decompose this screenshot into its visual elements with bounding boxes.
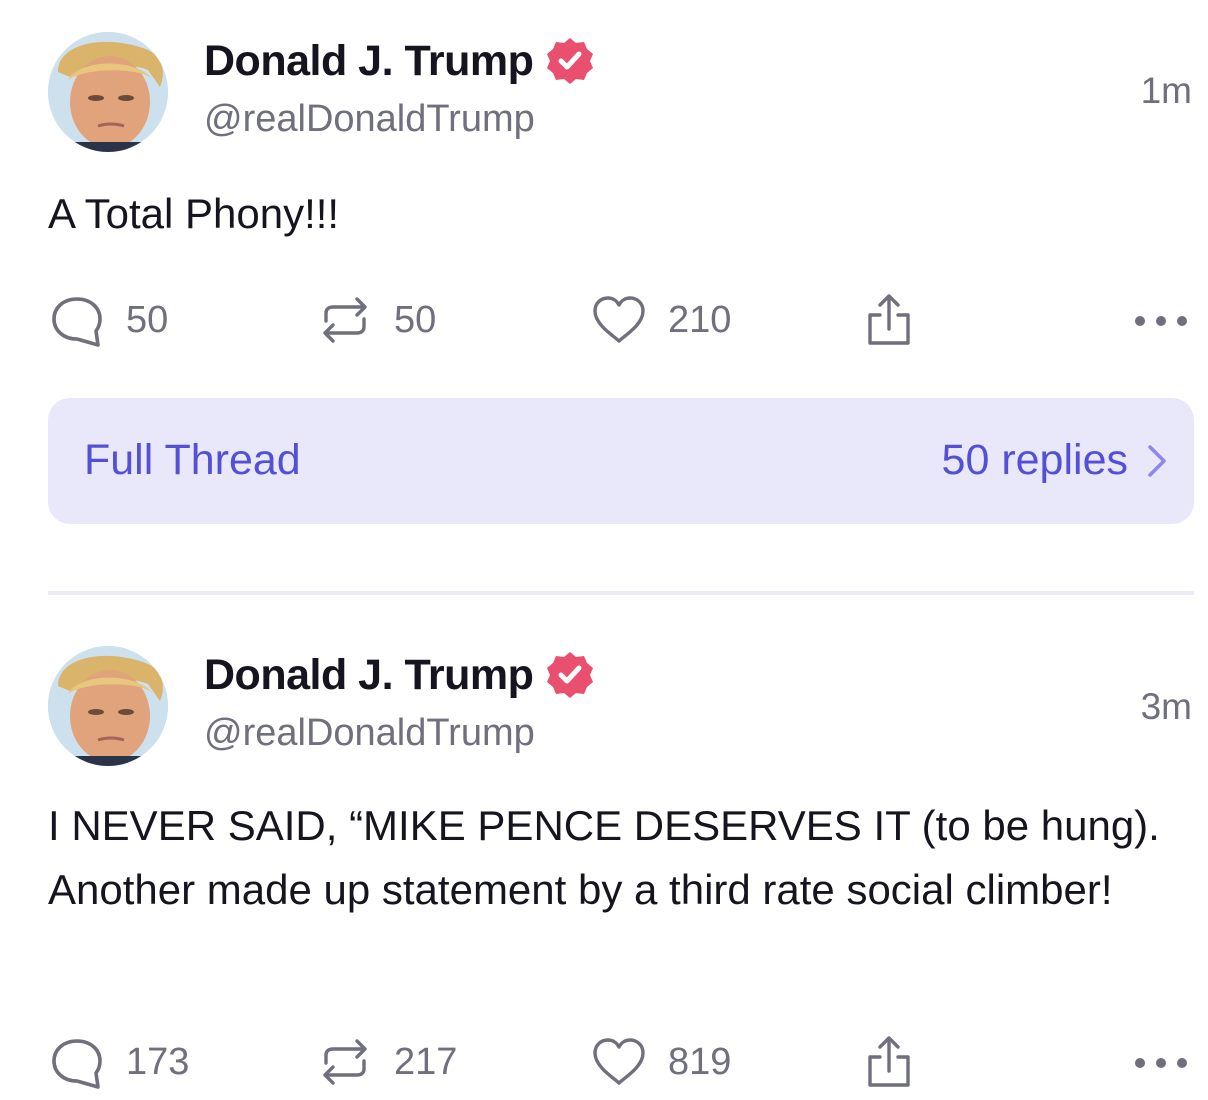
heart-icon [590, 291, 648, 349]
more-options-button[interactable] [1132, 290, 1190, 350]
post-divider [48, 591, 1194, 595]
avatar[interactable] [48, 32, 168, 152]
action-bar: 50 50 210 [48, 290, 1198, 350]
action-bar: 173 217 819 [48, 1032, 1198, 1092]
repost-count: 50 [394, 298, 437, 341]
like-count: 210 [668, 298, 732, 341]
reply-count: 173 [126, 1040, 190, 1083]
share-button[interactable] [860, 1032, 918, 1092]
ellipsis-icon [1132, 291, 1190, 349]
like-count: 819 [668, 1040, 732, 1083]
heart-icon [590, 1033, 648, 1091]
full-thread-label: Full Thread [84, 436, 301, 484]
repost-arrows-icon [316, 1033, 374, 1091]
repost-arrows-icon [316, 291, 374, 349]
author-name-row[interactable]: Donald J. Trump [204, 650, 595, 700]
reply-count: 50 [126, 298, 169, 341]
repost-count: 217 [394, 1040, 458, 1083]
share-upload-icon [860, 1033, 918, 1091]
share-upload-icon [860, 291, 918, 349]
like-button[interactable]: 819 [590, 1032, 731, 1092]
avatar[interactable] [48, 646, 168, 766]
thread-replies-count: 50 replies [941, 436, 1128, 484]
full-thread-button[interactable]: Full Thread 50 replies [48, 398, 1194, 524]
verified-badge-icon [545, 650, 595, 700]
post-text: A Total Phony!!! [48, 190, 340, 237]
repost-button[interactable]: 50 [316, 290, 436, 350]
post-text: I NEVER SAID, “MIKE PENCE DESERVES IT (t… [48, 802, 1160, 913]
post-time: 3m [1140, 686, 1192, 727]
reply-button[interactable]: 50 [48, 290, 168, 350]
verified-badge-icon [545, 36, 595, 86]
thread-replies: 50 replies [942, 436, 1168, 485]
repost-button[interactable]: 217 [316, 1032, 457, 1092]
share-button[interactable] [860, 290, 918, 350]
author-handle[interactable]: @realDonaldTrump [204, 712, 535, 755]
speech-bubble-icon [48, 1033, 106, 1091]
reply-button[interactable]: 173 [48, 1032, 189, 1092]
chevron-right-icon [1146, 441, 1168, 481]
ellipsis-icon [1132, 1033, 1190, 1091]
feed: Donald J. Trump @realDonaldTrump 1m A To… [0, 0, 1208, 1100]
author-name-row[interactable]: Donald J. Trump [204, 36, 595, 86]
like-button[interactable]: 210 [590, 290, 731, 350]
author-name[interactable]: Donald J. Trump [204, 37, 534, 86]
author-name[interactable]: Donald J. Trump [204, 651, 534, 700]
author-handle[interactable]: @realDonaldTrump [204, 98, 535, 141]
speech-bubble-icon [48, 291, 106, 349]
more-options-button[interactable] [1132, 1032, 1190, 1092]
post-time: 1m [1140, 70, 1192, 111]
